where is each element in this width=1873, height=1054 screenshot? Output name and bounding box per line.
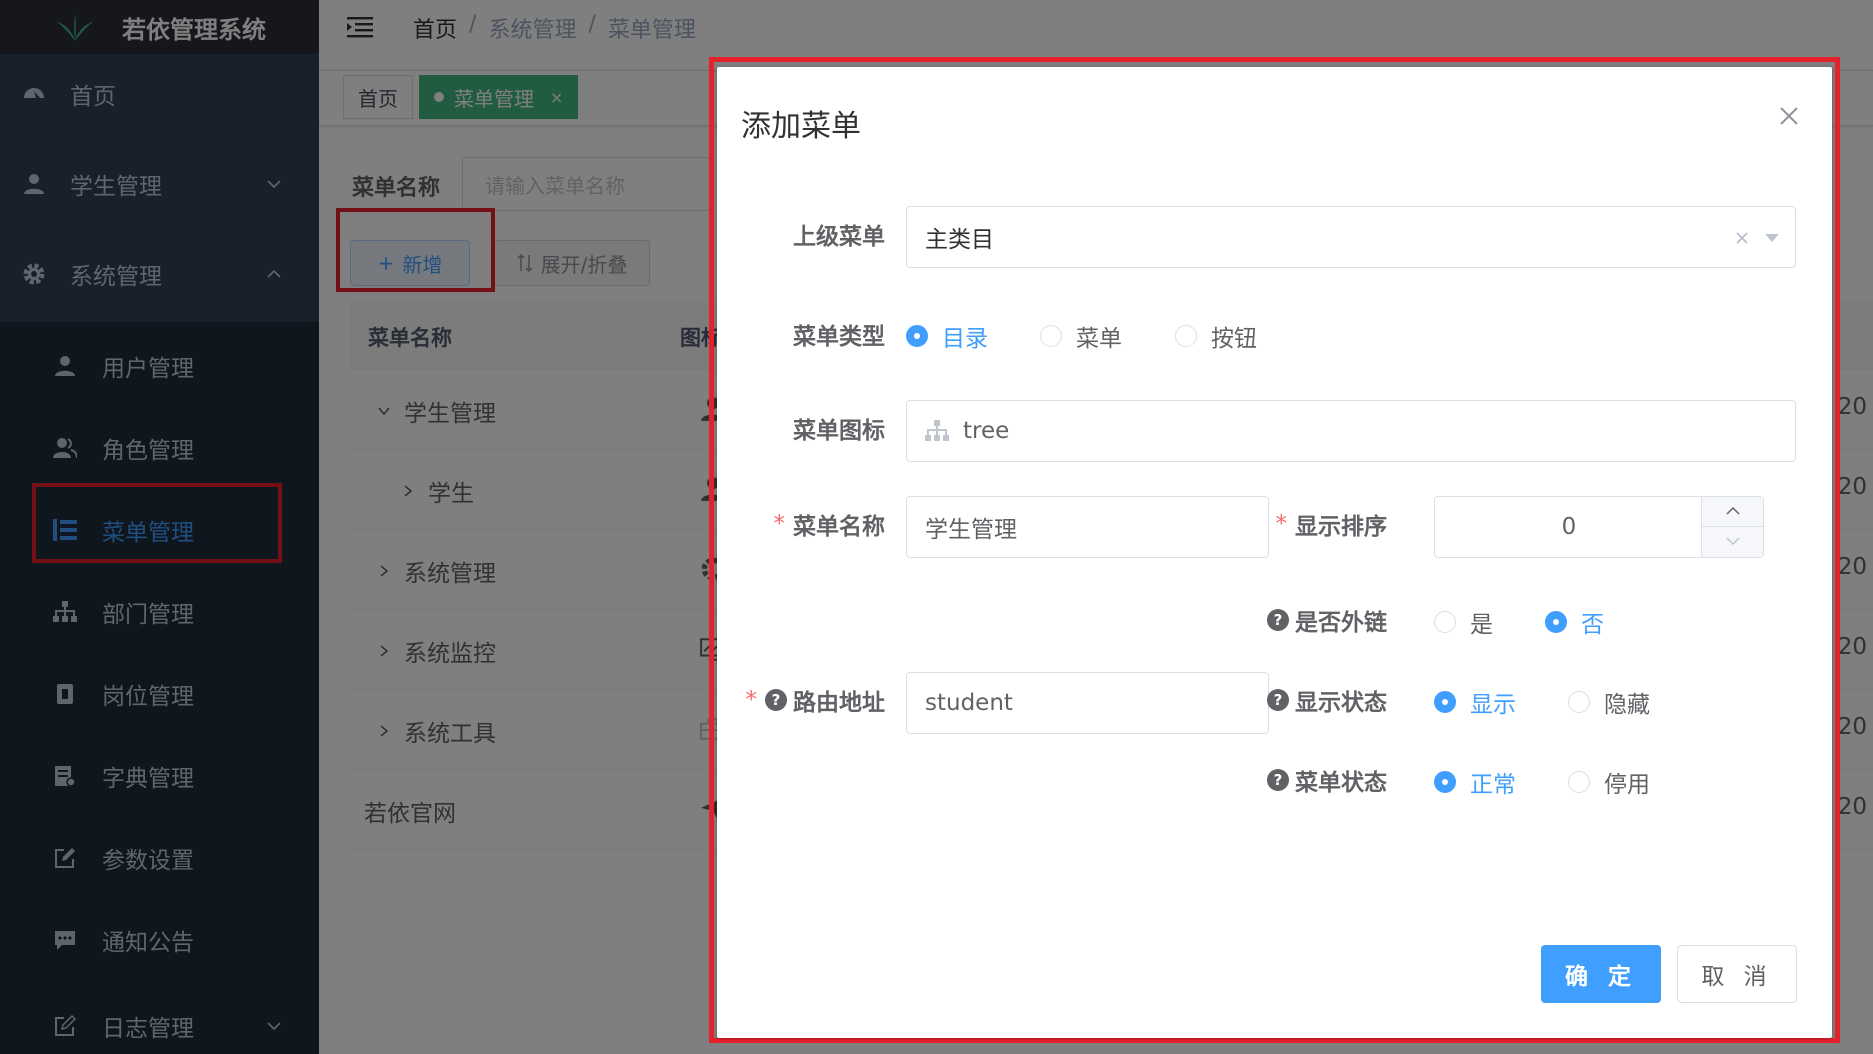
close-icon[interactable] [1776,103,1802,129]
external-link-label-text: 是否外链 [1295,610,1387,636]
menu-type-label: 菜单类型 [757,319,885,350]
menu-name-label-text: 菜单名称 [793,514,885,540]
radio-external-no[interactable]: 否 [1545,605,1604,639]
radio-label: 显示 [1470,692,1516,718]
chevron-up-icon[interactable] [1725,505,1741,517]
radio-status-normal[interactable]: 正常 [1434,765,1516,799]
question-icon[interactable]: ? [1267,769,1289,791]
radio-circle [1568,771,1590,793]
required-mark: * [773,511,786,537]
clear-icon[interactable] [1735,231,1749,245]
menu-icon-label: 菜单图标 [757,413,885,444]
menu-name-value: 学生管理 [925,517,1017,543]
parent-menu-value: 主类目 [925,227,994,253]
question-icon[interactable]: ? [1267,609,1289,631]
radio-circle [1175,325,1197,347]
radio-label: 停用 [1604,772,1650,798]
order-stepper[interactable]: 0 [1434,496,1764,558]
menu-icon-input[interactable]: tree [906,400,1796,462]
radio-circle [1040,325,1062,347]
radio-external-yes[interactable]: 是 [1434,605,1493,639]
question-icon[interactable]: ? [765,689,787,711]
radio-button[interactable]: 按钮 [1175,319,1257,353]
status-label: ? 菜单状态 [1197,765,1387,796]
radio-circle [1545,611,1567,633]
parent-menu-label-text: 上级菜单 [793,224,885,250]
parent-menu-select[interactable]: 主类目 [906,206,1796,268]
route-path-label: * ? 路由地址 [717,685,886,716]
stepper-divider [1702,526,1764,527]
radio-visible-hide[interactable]: 隐藏 [1568,685,1650,719]
radio-circle [1434,691,1456,713]
stepper-controls [1701,497,1764,557]
radio-visible-show[interactable]: 显示 [1434,685,1516,719]
cancel-button[interactable]: 取 消 [1677,945,1797,1003]
order-label: * 显示排序 [1197,509,1388,540]
radio-label: 是 [1470,612,1493,638]
radio-label: 目录 [942,326,988,352]
required-mark: * [745,687,758,713]
menu-icon-label-text: 菜单图标 [793,418,885,444]
caret-down-icon [1765,234,1779,242]
radio-label: 隐藏 [1604,692,1650,718]
menu-name-label: * 菜单名称 [737,509,886,540]
route-path-label-text: 路由地址 [793,690,885,716]
radio-label: 菜单 [1076,326,1122,352]
visible-label: ? 显示状态 [1197,685,1387,716]
external-link-label: ? 是否外链 [1197,605,1387,636]
radio-circle [1434,611,1456,633]
radio-directory[interactable]: 目录 [906,319,988,353]
radio-circle [906,325,928,347]
chevron-down-icon[interactable] [1725,535,1741,547]
route-path-value: student [925,690,1013,716]
status-label-text: 菜单状态 [1295,770,1387,796]
parent-menu-label: 上级菜单 [757,219,885,250]
radio-label: 按钮 [1211,326,1257,352]
order-value: 0 [1561,514,1577,540]
add-menu-dialog: 添加菜单 上级菜单 主类目 菜单类型 目录 菜单 按钮 菜单图标 tree * … [717,67,1832,1038]
radio-circle [1568,691,1590,713]
visible-label-text: 显示状态 [1295,690,1387,716]
tree-icon [925,420,949,441]
radio-label: 正常 [1470,772,1516,798]
question-icon[interactable]: ? [1267,689,1289,711]
order-label-text: 显示排序 [1295,514,1387,540]
radio-circle [1434,771,1456,793]
radio-menu[interactable]: 菜单 [1040,319,1122,353]
menu-icon-value: tree [963,418,1010,444]
dialog-title: 添加菜单 [741,109,861,144]
radio-label: 否 [1581,612,1604,638]
radio-status-disabled[interactable]: 停用 [1568,765,1650,799]
required-mark: * [1275,511,1288,537]
confirm-button[interactable]: 确 定 [1541,945,1661,1003]
menu-type-label-text: 菜单类型 [793,324,885,350]
